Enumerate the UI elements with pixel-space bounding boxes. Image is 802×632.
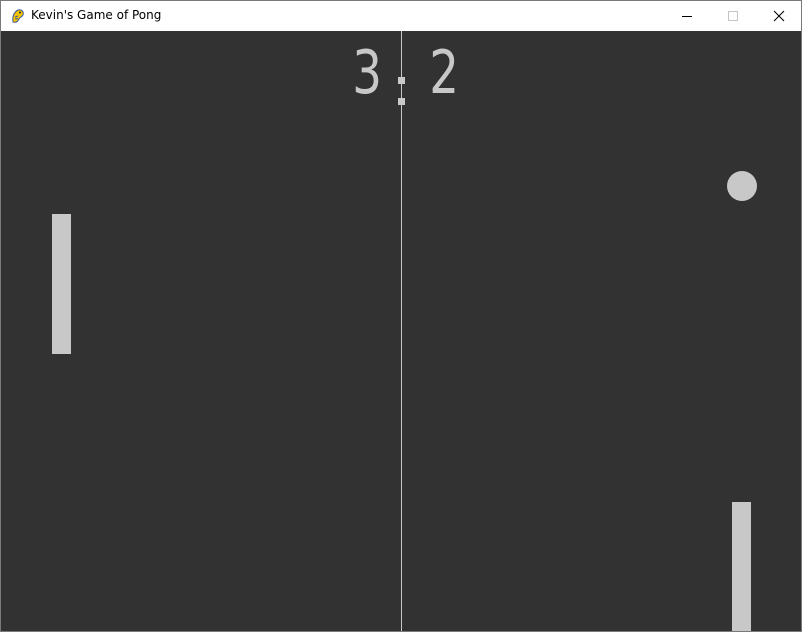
score-right-player: 2 [429,38,459,108]
game-window: Kevin's Game of Pong 3 2 [0,0,802,632]
close-button[interactable] [756,1,802,31]
game-canvas[interactable]: 3 2 [1,31,801,631]
pygame-snake-icon [10,8,26,24]
title-bar[interactable]: Kevin's Game of Pong [1,1,801,31]
ball [727,171,757,201]
window-title: Kevin's Game of Pong [31,8,162,22]
maximize-button[interactable] [710,1,756,31]
score-left-player: 3 [352,38,382,108]
left-paddle [52,214,71,354]
score-separator [398,77,405,105]
minimize-button[interactable] [664,1,710,31]
center-net-line [401,31,402,631]
right-paddle [732,502,751,631]
